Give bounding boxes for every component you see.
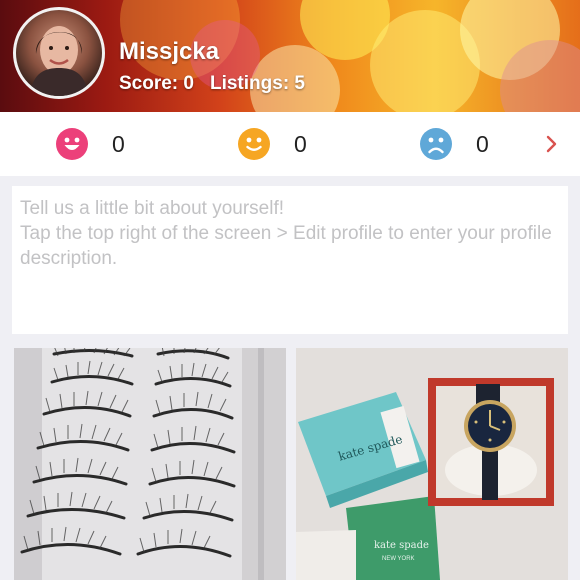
listings-count-label: Listings: 5 [209,73,305,94]
avatar[interactable] [13,7,105,99]
profile-stats: Score: 0 Listings: 5 [119,73,305,95]
card-brand-text: kate spade [374,540,429,551]
happy-face-icon [56,128,88,160]
score-label: Score: 0 [119,73,194,94]
profile-header: Missjcka Score: 0 Listings: 5 [0,0,580,112]
about-placeholder-line2: Tap the top right of the screen > Edit p… [20,223,552,269]
ratings-bar[interactable]: 0 0 0 [0,112,580,176]
rating-neutral[interactable]: 0 [238,128,307,160]
listing-thumbnail-watch[interactable]: kate spade kate spade NEW YORK [296,348,568,580]
neutral-count: 0 [294,130,307,157]
chevron-right-icon[interactable] [544,132,560,156]
positive-count: 0 [112,130,125,157]
username: Missjcka [119,38,220,65]
rating-positive[interactable]: 0 [56,128,125,160]
eyelashes-image [14,348,286,580]
about-placeholder-line1: Tell us a little bit about yourself! [20,198,285,219]
card-city-text: NEW YORK [382,556,415,562]
watch-image: kate spade kate spade NEW YORK [296,348,568,580]
listing-thumbnail-eyelashes[interactable] [14,348,286,580]
rating-negative[interactable]: 0 [420,128,489,160]
about-description[interactable]: Tell us a little bit about yourself! Tap… [12,186,568,334]
negative-count: 0 [476,130,489,157]
smile-face-icon [238,128,270,160]
sad-face-icon [420,128,452,160]
